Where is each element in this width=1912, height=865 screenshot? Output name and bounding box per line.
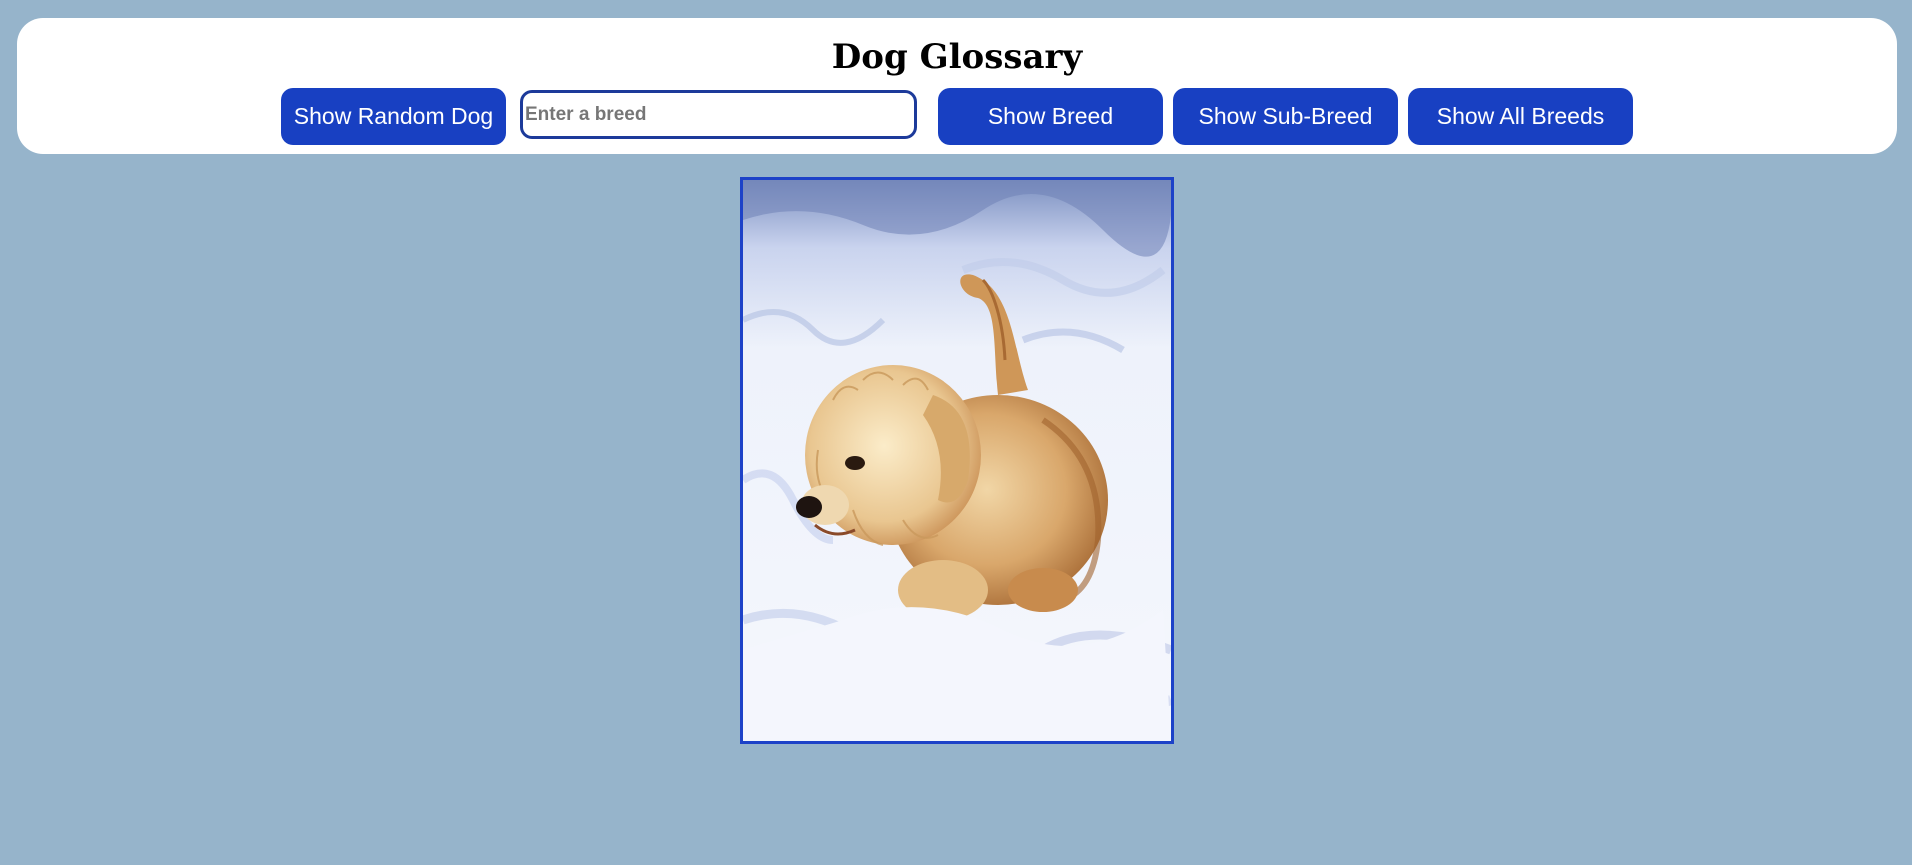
show-breed-button[interactable]: Show Breed (938, 88, 1163, 145)
dog-image (740, 177, 1174, 744)
breed-input[interactable] (520, 90, 917, 139)
show-random-dog-button[interactable]: Show Random Dog (281, 88, 506, 145)
header-panel: Dog Glossary Show Random Dog Show Breed … (17, 18, 1897, 154)
page-title: Dog Glossary (831, 37, 1083, 77)
dog-in-snow-illustration (743, 180, 1171, 741)
show-sub-breed-button[interactable]: Show Sub-Breed (1173, 88, 1398, 145)
show-all-breeds-button[interactable]: Show All Breeds (1408, 88, 1633, 145)
